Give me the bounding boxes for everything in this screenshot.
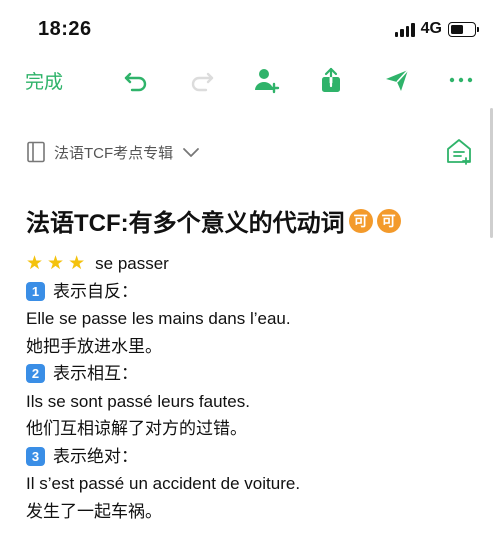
- section-label: 表示相互：: [53, 364, 138, 383]
- chinese-sentence: 他们互相谅解了对方的过错。: [26, 419, 247, 438]
- more-icon[interactable]: [447, 66, 475, 94]
- section-label-line: 2 表示相互：: [26, 360, 476, 388]
- section-label: 表示绝对：: [53, 446, 138, 466]
- chinese-sentence: 发生了一起车祸。: [26, 501, 162, 521]
- undo-icon[interactable]: [122, 66, 150, 94]
- add-person-icon[interactable]: [252, 66, 280, 94]
- notebook-icon: [27, 141, 45, 163]
- redo-icon[interactable]: [188, 66, 216, 94]
- note-title[interactable]: 法语TCF:有多个意义的代动词 可 可: [26, 203, 401, 238]
- french-sentence: Elle se passe les mains dans l’eau.: [26, 309, 291, 328]
- emoji-ke-icon: 可: [348, 208, 373, 233]
- section-label: 表示自反：: [53, 281, 138, 301]
- share-icon[interactable]: [317, 66, 345, 94]
- editor-toolbar: 完成: [0, 58, 500, 104]
- french-sentence: Ils se sont passé leurs fautes.: [26, 391, 250, 411]
- scrollbar[interactable]: [490, 108, 493, 238]
- note-body[interactable]: ★ ★ ★ se passer 1 表示自反： Elle se passe le…: [26, 250, 476, 525]
- done-button[interactable]: 完成: [25, 67, 63, 94]
- keycap-three-icon: 3: [26, 446, 45, 466]
- keycap-one-icon: 1: [26, 281, 45, 301]
- chinese-sentence: 她把手放进水里。: [26, 336, 162, 356]
- status-indicators: 4G: [394, 20, 479, 38]
- star-icon: ★: [26, 253, 44, 274]
- section-label-line: 1 表示自反：: [26, 278, 476, 306]
- chevron-down-icon: [183, 148, 200, 157]
- heading-line: ★ ★ ★ se passer: [26, 250, 476, 278]
- battery-icon: [448, 21, 479, 37]
- notebook-selector[interactable]: 法语TCF考点专辑: [26, 138, 201, 166]
- signal-icon: [394, 21, 415, 37]
- note-info-icon[interactable]: [444, 136, 474, 166]
- heading-text: se passer: [95, 254, 169, 273]
- emoji-ke-icon: 可: [376, 208, 401, 233]
- star-icon: ★: [68, 253, 86, 274]
- notebook-name: 法语TCF考点专辑: [54, 144, 174, 162]
- status-bar: 18:26 4G: [0, 0, 500, 58]
- section-label-line: 3 表示绝对：: [26, 443, 476, 471]
- send-icon[interactable]: [383, 66, 411, 94]
- network-type: 4G: [420, 20, 442, 37]
- star-icon: ★: [47, 253, 65, 274]
- status-time: 18:26: [38, 18, 92, 40]
- french-sentence: Il s’est passé un accident de voiture.: [26, 474, 301, 493]
- note-title-text: 法语TCF:有多个意义的代动词: [26, 210, 345, 237]
- keycap-two-icon: 2: [26, 364, 45, 384]
